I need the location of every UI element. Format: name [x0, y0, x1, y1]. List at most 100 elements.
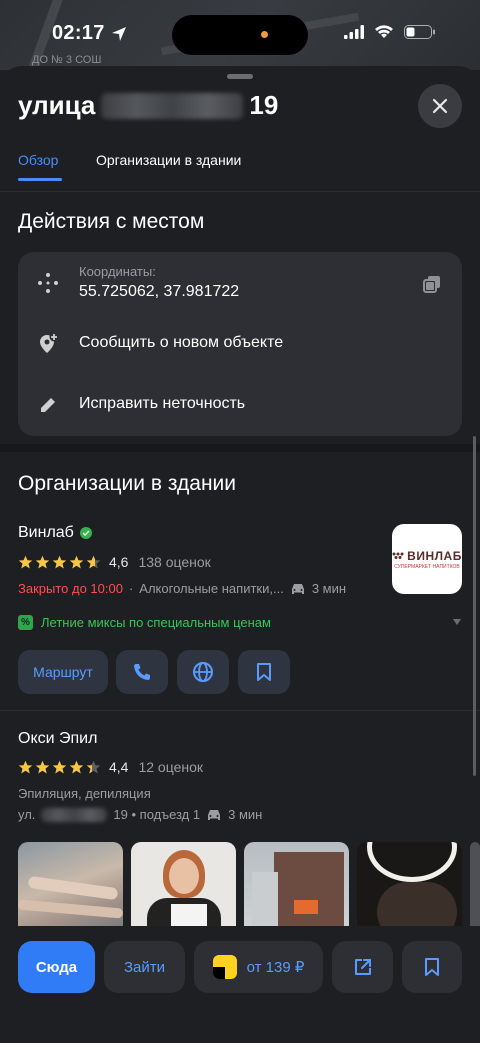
redacted-street-name: [41, 807, 108, 822]
scrollbar[interactable]: [473, 436, 476, 776]
star-icon: [69, 555, 84, 568]
org-name-oksi-epil[interactable]: Окси Эпил: [18, 730, 97, 748]
fix-inaccuracy-row[interactable]: Исправить неточность: [18, 374, 462, 436]
section-divider: [0, 444, 480, 452]
enter-button[interactable]: Зайти: [104, 941, 185, 993]
drive-time: 3 мин: [311, 581, 347, 596]
battery-icon: [404, 25, 435, 39]
close-button[interactable]: [418, 84, 462, 128]
status-icons: [344, 25, 436, 39]
photo-gallery: [18, 842, 480, 937]
rating-value: 4,4: [109, 759, 129, 775]
copy-icon[interactable]: [422, 274, 442, 299]
star-icon: [69, 760, 84, 773]
place-card-sheet: улица 19 Обзор Организации в здании Дейс…: [0, 66, 480, 1043]
coordinates-label: Координаты:: [79, 264, 156, 279]
actions-section-title: Действия с местом: [18, 210, 205, 233]
globe-icon: [193, 662, 213, 682]
star-icon: [18, 555, 33, 568]
logo-text: ВИНЛАБ: [407, 548, 462, 563]
rating-value: 4,6: [109, 554, 129, 570]
coordinates-row[interactable]: Координаты: 55.725062, 37.981722: [18, 252, 462, 314]
gallery-photo[interactable]: [131, 842, 236, 937]
reviews-count[interactable]: 12 оценок: [138, 759, 203, 775]
expand-chevron-icon[interactable]: [452, 618, 462, 626]
title-suffix: 19: [249, 90, 279, 120]
clock: 02:17: [52, 22, 127, 45]
org2-category: Эпиляция, депиляция: [18, 786, 151, 801]
address-prefix: ул.: [18, 807, 36, 822]
org-name-vinlab[interactable]: Винлаб: [18, 524, 92, 542]
org-name: Окси Эпил: [18, 730, 98, 747]
vinlab-logo[interactable]: ВИНЛАБ СУПЕРМАРКЕТ НАПИТКОВ: [392, 524, 462, 594]
route-button[interactable]: Маршрут: [18, 650, 108, 694]
opening-status: Закрыто до 10:00: [18, 581, 123, 596]
gallery-photo[interactable]: [244, 842, 349, 937]
share-icon: [354, 959, 371, 975]
reviews-count[interactable]: 138 оценок: [138, 554, 210, 570]
status-bar: ДО № 3 СОШ 02:17: [0, 0, 480, 70]
location-arrow-icon: [111, 26, 126, 41]
gallery-photo[interactable]: [357, 842, 462, 937]
pencil-icon: [36, 393, 60, 417]
taxi-button[interactable]: от 139 ₽: [194, 941, 323, 993]
tab-organizations[interactable]: Организации в здании: [96, 152, 241, 168]
route-here-button[interactable]: Сюда: [18, 941, 95, 993]
promo-text: Летние миксы по специальным ценам: [41, 615, 271, 630]
place-title: улица 19: [18, 90, 278, 121]
star-icon: [52, 555, 67, 568]
redacted-street-name: [101, 92, 244, 119]
sheet-grabber[interactable]: [227, 74, 253, 79]
report-new-object-row[interactable]: Сообщить о новом объекте: [18, 314, 462, 374]
star-icon: [86, 555, 101, 568]
actions-card: Координаты: 55.725062, 37.981722 Сообщит…: [18, 252, 462, 436]
taxi-price: от 139 ₽: [246, 959, 305, 976]
share-button[interactable]: [332, 941, 393, 993]
save-bookmark-button[interactable]: [402, 941, 462, 993]
logo-subtitle: СУПЕРМАРКЕТ НАПИТКОВ: [394, 563, 460, 570]
dynamic-island: [172, 15, 308, 55]
star-icon: [35, 555, 50, 568]
rating-stars: [18, 555, 101, 570]
drive-time: 3 мин: [228, 807, 263, 822]
call-button[interactable]: [116, 650, 168, 694]
coordinates-value: 55.725062, 37.981722: [79, 283, 240, 300]
org-divider: [0, 710, 480, 711]
car-icon: [291, 583, 304, 594]
star-icon: [18, 760, 33, 773]
bookmark-icon: [425, 958, 439, 976]
percent-icon: %: [18, 615, 33, 630]
close-icon: [432, 98, 448, 114]
bottom-action-bar: Сюда Зайти от 139 ₽: [0, 926, 480, 1043]
coordinates-icon: [36, 271, 60, 295]
report-new-object-label: Сообщить о новом объекте: [79, 334, 284, 351]
promo-banner[interactable]: % Летние миксы по специальным ценам: [18, 615, 271, 630]
cellular-signal-icon: [344, 25, 364, 39]
gallery-photo[interactable]: [470, 842, 480, 937]
clock-time: 02:17: [52, 22, 105, 44]
bookmark-icon: [257, 663, 271, 681]
wifi-icon: [375, 25, 393, 38]
taxi-icon: [212, 955, 237, 979]
organizations-section-title: Организации в здании: [18, 472, 236, 495]
bookmark-button[interactable]: [238, 650, 290, 694]
star-icon: [86, 760, 101, 773]
map-label: ДО № 3 СОШ: [32, 54, 102, 66]
tab-overview[interactable]: Обзор: [18, 152, 58, 168]
logo-grapes-icon: [392, 552, 404, 559]
add-location-icon: [36, 332, 60, 356]
car-icon: [208, 809, 221, 820]
gallery-photo[interactable]: [18, 842, 123, 937]
fix-inaccuracy-label: Исправить неточность: [79, 395, 246, 412]
org-category: Алкогольные напитки,...: [139, 581, 284, 596]
org1-rating: 4,6 138 оценок: [18, 554, 211, 570]
title-prefix: улица: [18, 90, 96, 120]
website-button[interactable]: [177, 650, 229, 694]
org1-meta: Закрыто до 10:00 · Алкогольные напитки,.…: [18, 581, 347, 596]
address-suffix: 19 • подъезд 1: [113, 807, 201, 822]
rating-stars: [18, 760, 101, 775]
star-icon: [52, 760, 67, 773]
org-name: Винлаб: [18, 524, 74, 541]
org2-rating: 4,4 12 оценок: [18, 759, 203, 775]
tabs: Обзор Организации в здании: [0, 146, 480, 192]
